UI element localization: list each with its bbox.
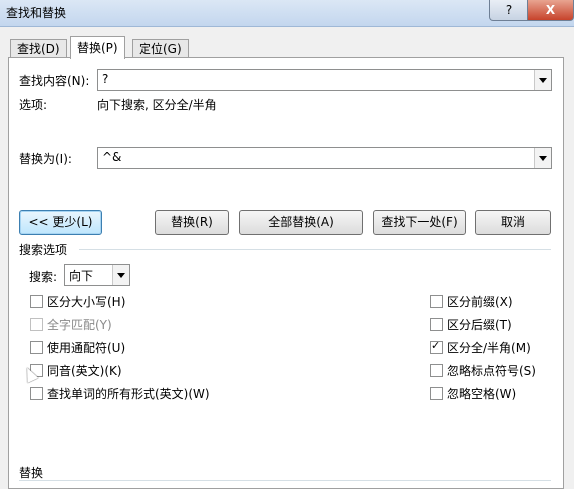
find-input[interactable]: ? (97, 69, 552, 91)
word-forms-checkbox[interactable] (30, 387, 43, 400)
dialog-client: 查找(D) 替换(P) 定位(G) 查找内容(N): ? 选项: 向下搜索, 区… (0, 27, 574, 489)
wildcards-checkbox[interactable] (30, 341, 43, 354)
replace-dropdown-icon[interactable] (534, 148, 551, 168)
replace-button[interactable]: 替换(R) (155, 210, 229, 235)
sounds-like-label: 同音(英文)(K) (47, 364, 122, 378)
replace-section-divider (19, 480, 551, 481)
match-width-checkbox[interactable] (430, 339, 443, 354)
search-options-heading: 搜索选项 (19, 243, 68, 257)
match-case-label: 区分大小写(H) (47, 295, 126, 309)
whole-word-label: 全字匹配(Y) (47, 318, 112, 332)
match-prefix-checkbox[interactable] (430, 295, 443, 308)
find-next-button[interactable]: 查找下一处(F) (373, 210, 466, 235)
match-suffix-label: 区分后缀(T) (447, 318, 512, 332)
less-button[interactable]: << 更少(L) (19, 210, 102, 235)
search-options-divider (79, 249, 551, 250)
direction-value: 向下 (69, 269, 94, 283)
tab-goto[interactable]: 定位(G) (132, 39, 189, 58)
options-value: 向下搜索, 区分全/半角 (97, 98, 217, 112)
ignore-punct-label: 忽略标点符号(S) (447, 364, 536, 378)
find-value: ? (102, 72, 109, 86)
wildcards-label: 使用通配符(U) (47, 341, 126, 355)
replace-all-button[interactable]: 全部替换(A) (239, 210, 363, 235)
ignore-space-label: 忽略空格(W) (447, 387, 517, 401)
ignore-punct-checkbox[interactable] (430, 364, 443, 377)
find-dropdown-icon[interactable] (534, 70, 551, 90)
replace-panel: 查找内容(N): ? 选项: 向下搜索, 区分全/半角 替换为(I): ^& <… (8, 57, 564, 489)
replace-value: ^& (102, 150, 122, 164)
direction-label: 搜索: (29, 270, 58, 284)
direction-dropdown-icon[interactable] (112, 265, 129, 285)
title-bar: 查找和替换 ? X (0, 0, 574, 27)
cancel-button[interactable]: 取消 (475, 210, 551, 235)
word-forms-label: 查找单词的所有形式(英文)(W) (47, 387, 210, 401)
match-width-label: 区分全/半角(M) (447, 341, 531, 355)
tab-replace[interactable]: 替换(P) (70, 36, 125, 59)
ignore-space-checkbox[interactable] (430, 387, 443, 400)
help-button[interactable]: ? (489, 0, 529, 21)
match-case-checkbox[interactable] (30, 295, 43, 308)
replace-input[interactable]: ^& (97, 147, 552, 169)
direction-select[interactable]: 向下 (64, 264, 130, 286)
tab-find[interactable]: 查找(D) (10, 39, 67, 58)
close-button[interactable]: X (527, 0, 574, 21)
find-label: 查找内容(N): (19, 74, 90, 88)
match-prefix-label: 区分前缀(X) (447, 295, 513, 309)
replace-section-heading: 替换 (19, 466, 44, 480)
whole-word-checkbox[interactable] (30, 318, 43, 331)
window-title: 查找和替换 (6, 6, 67, 20)
match-suffix-checkbox[interactable] (430, 318, 443, 331)
replace-label: 替换为(I): (19, 152, 72, 166)
options-label: 选项: (19, 98, 48, 112)
